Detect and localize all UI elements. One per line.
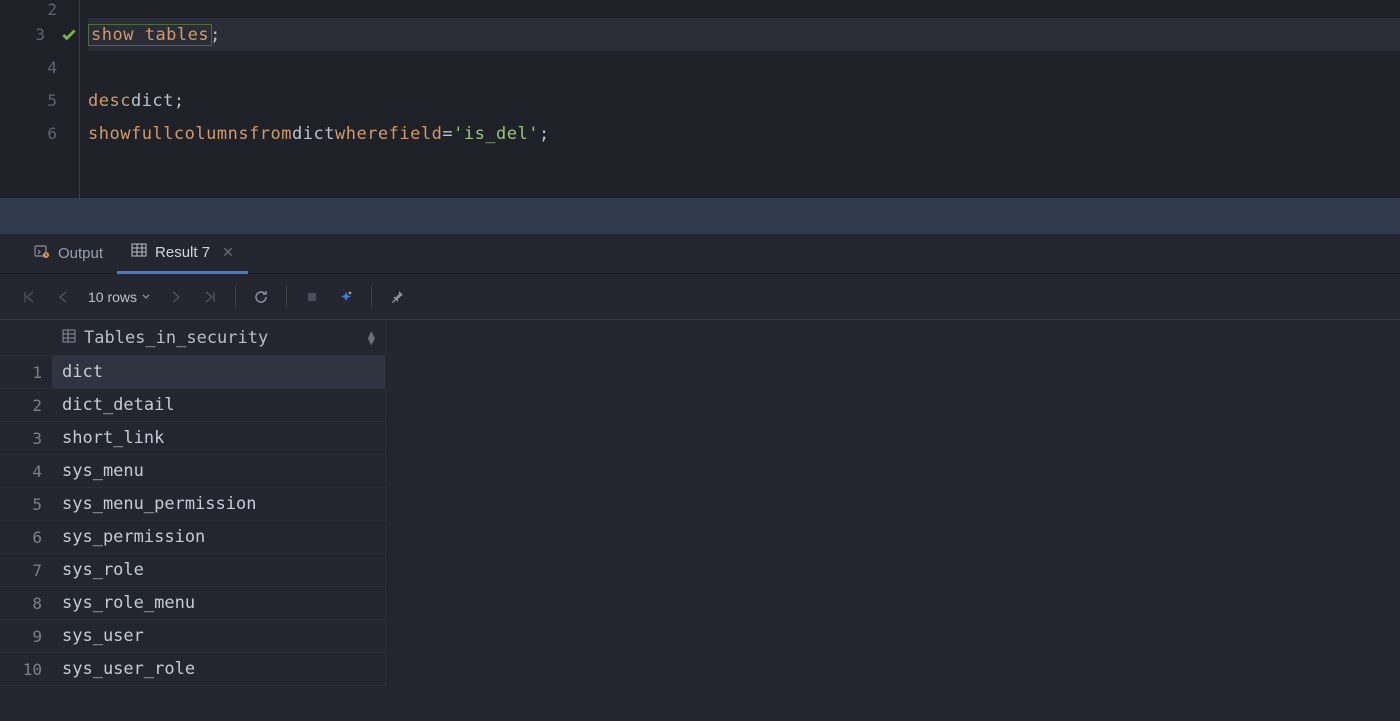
results-toolbar: 10 rows <box>0 274 1400 320</box>
row-number[interactable]: 4 <box>0 455 52 488</box>
stop-button[interactable] <box>297 282 327 312</box>
next-page-button[interactable] <box>161 282 191 312</box>
close-icon[interactable]: ✕ <box>222 244 234 261</box>
line-number: 3 <box>0 18 79 51</box>
panel-divider[interactable] <box>0 198 1400 234</box>
table-cell[interactable]: sys_menu <box>52 455 386 488</box>
ai-action-button[interactable] <box>331 282 361 312</box>
table-cell[interactable]: sys_permission <box>52 521 386 554</box>
table-cell[interactable]: short_link <box>52 422 386 455</box>
pin-button[interactable] <box>382 282 412 312</box>
results-empty-area <box>386 320 1400 721</box>
table-cell[interactable]: sys_role <box>52 554 386 587</box>
row-number[interactable]: 8 <box>0 587 52 620</box>
column-header[interactable]: Tables_in_security ▲▼ <box>52 320 386 356</box>
row-number[interactable]: 7 <box>0 554 52 587</box>
line-number: 4 <box>0 51 79 84</box>
table-icon <box>131 242 147 262</box>
tab-output[interactable]: Output <box>20 234 117 274</box>
row-number[interactable]: 3 <box>0 422 52 455</box>
column-header-label: Tables_in_security <box>84 328 268 348</box>
sort-icon[interactable]: ▲▼ <box>368 331 375 345</box>
last-page-button[interactable] <box>195 282 225 312</box>
tab-output-label: Output <box>58 245 103 262</box>
code-line[interactable]: show tables; <box>88 18 1400 51</box>
toolbar-separator <box>235 286 236 308</box>
table-cell[interactable]: dict <box>52 356 386 389</box>
code-line[interactable]: show full columns from dict where field … <box>88 117 1400 150</box>
result-tabs: Output Result 7 ✕ <box>0 234 1400 274</box>
table-cell[interactable]: dict_detail <box>52 389 386 422</box>
results-column: Tables_in_security ▲▼ dictdict_detailsho… <box>52 320 386 721</box>
chevron-down-icon <box>141 289 151 305</box>
row-number[interactable]: 2 <box>0 389 52 422</box>
rows-dropdown[interactable]: 10 rows <box>82 289 157 305</box>
table-cell[interactable]: sys_user_role <box>52 653 386 686</box>
row-number[interactable]: 1 <box>0 356 52 389</box>
table-column-icon <box>62 328 76 348</box>
editor-code[interactable]: show tables; desc dict;show full columns … <box>80 0 1400 198</box>
table-cell[interactable]: sys_role_menu <box>52 587 386 620</box>
row-number-gutter: 12345678910 <box>0 320 52 721</box>
table-cell[interactable]: sys_user <box>52 620 386 653</box>
reload-button[interactable] <box>246 282 276 312</box>
code-line[interactable] <box>88 51 1400 84</box>
line-number: 6 <box>0 117 79 150</box>
rows-label: 10 rows <box>88 289 137 305</box>
row-number[interactable]: 9 <box>0 620 52 653</box>
sql-editor[interactable]: 23456 show tables; desc dict;show full co… <box>0 0 1400 198</box>
code-line[interactable] <box>88 0 1400 18</box>
editor-gutter: 23456 <box>0 0 80 198</box>
check-icon <box>58 26 80 44</box>
line-number: 2 <box>0 0 79 18</box>
table-cell[interactable]: sys_menu_permission <box>52 488 386 521</box>
code-line[interactable]: desc dict; <box>88 84 1400 117</box>
results-grid[interactable]: 12345678910 Tables_in_security ▲▼ dictdi… <box>0 320 1400 721</box>
first-page-button[interactable] <box>14 282 44 312</box>
row-number[interactable]: 5 <box>0 488 52 521</box>
toolbar-separator <box>371 286 372 308</box>
prev-page-button[interactable] <box>48 282 78 312</box>
tab-result[interactable]: Result 7 ✕ <box>117 234 248 274</box>
toolbar-separator <box>286 286 287 308</box>
tab-result-label: Result 7 <box>155 244 210 261</box>
line-number: 5 <box>0 84 79 117</box>
row-number[interactable]: 6 <box>0 521 52 554</box>
output-icon <box>34 244 50 264</box>
row-number[interactable]: 10 <box>0 653 52 686</box>
